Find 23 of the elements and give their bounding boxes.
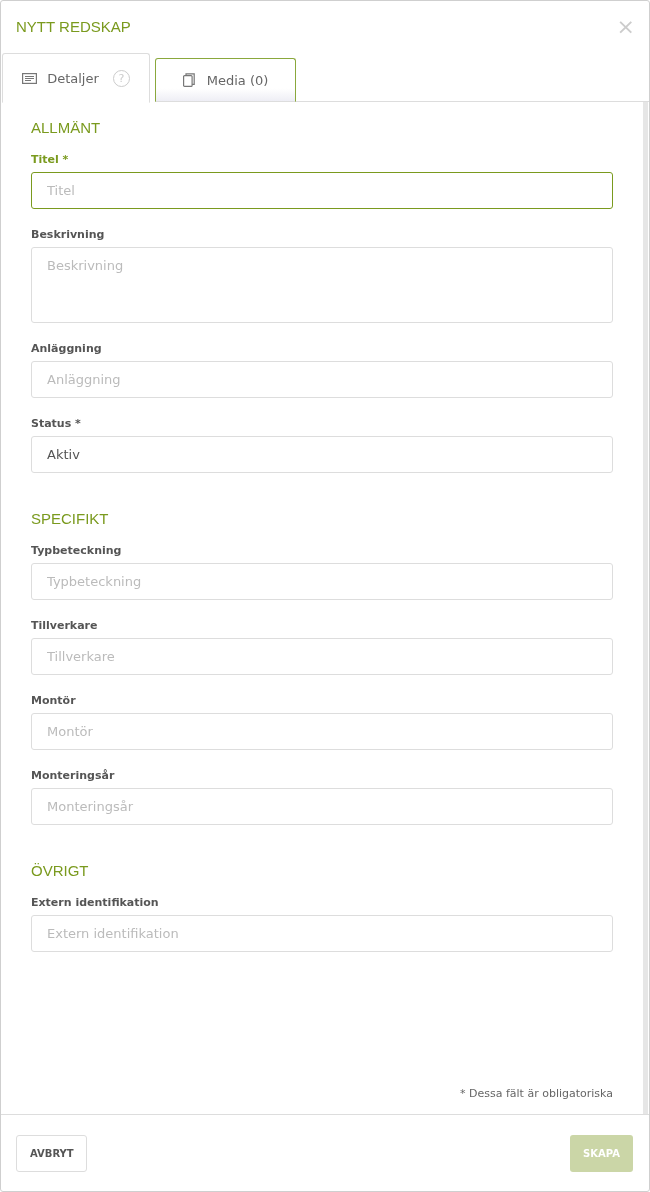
text-area[interactable]: Beskrivning bbox=[31, 247, 613, 323]
section-heading: SPECIFIKT bbox=[31, 510, 110, 527]
field-label: Status * bbox=[31, 417, 82, 430]
section-heading: ALLMÄNT bbox=[31, 119, 102, 136]
tab[interactable]: Detaljer ? bbox=[2, 53, 150, 103]
field-label: Tillverkare bbox=[31, 619, 99, 632]
field-label: Extern identifikation bbox=[31, 896, 160, 909]
dialog-title: NYTT REDSKAP bbox=[16, 18, 131, 35]
tab[interactable]: Media (0) bbox=[155, 58, 296, 102]
field-label: Anläggning bbox=[31, 342, 103, 355]
field-label: Titel * bbox=[31, 153, 70, 166]
field-label: Typbeteckning bbox=[31, 544, 123, 557]
scrollbar[interactable] bbox=[643, 102, 648, 1114]
list-icon bbox=[22, 72, 38, 84]
required-note: * Dessa fält är obligatoriska bbox=[460, 1087, 613, 1100]
pages-icon bbox=[182, 73, 195, 87]
section-heading: ÖVRIGT bbox=[31, 862, 90, 879]
cancel-button[interactable]: AVBRYT bbox=[16, 1134, 87, 1172]
input-field[interactable]: Titel bbox=[31, 172, 613, 209]
field-label: Monteringsår bbox=[31, 769, 116, 782]
input-field[interactable]: Aktiv bbox=[31, 436, 613, 473]
field-label: Beskrivning bbox=[31, 228, 106, 241]
field-label: Montör bbox=[31, 694, 77, 707]
